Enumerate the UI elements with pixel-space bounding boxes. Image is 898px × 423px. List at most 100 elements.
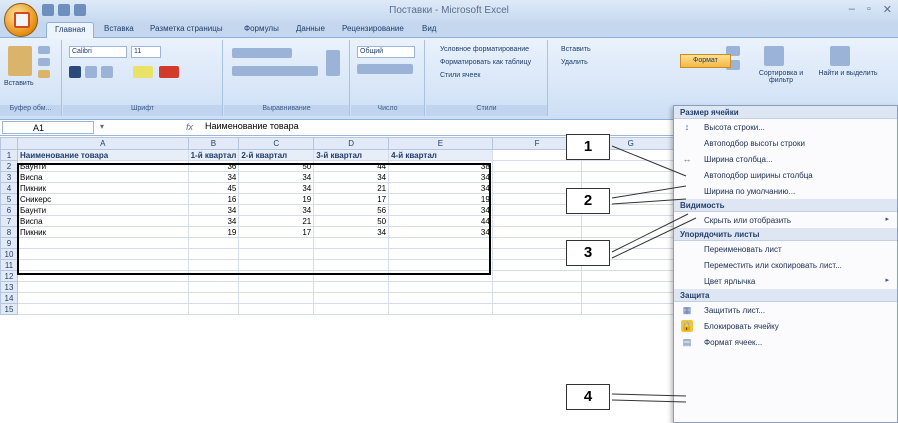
table-cell[interactable]: Пикник [16,182,189,194]
paste-button[interactable]: Вставить [4,80,34,87]
table-cell[interactable] [238,303,315,315]
menu-item-hide-unhide[interactable]: Скрыть или отобразить ▸ [674,212,897,228]
table-cell[interactable] [16,270,189,282]
column-header[interactable]: D [313,137,390,150]
table-cell[interactable] [238,248,315,260]
menu-item-tab-color[interactable]: Цвет ярлычка ▸ [674,273,897,289]
table-cell[interactable] [581,215,680,227]
table-cell[interactable] [313,270,390,282]
row-header[interactable]: 15 [0,303,18,315]
close-button[interactable]: ✕ [883,3,892,16]
tab-formulas[interactable]: Формулы [244,24,279,33]
table-cell[interactable] [388,303,493,315]
tab-home[interactable]: Главная [46,22,95,39]
table-cell[interactable] [388,248,493,260]
table-cell[interactable]: 34 [388,182,493,194]
table-cell[interactable] [491,171,583,183]
cell-styles-button[interactable]: Стили ячеек [440,72,480,79]
insert-cells-button[interactable]: Вставить [561,46,591,53]
table-cell[interactable]: 34 [187,204,240,216]
table-cell[interactable]: 34 [238,182,315,194]
table-cell[interactable] [491,160,583,172]
table-cell[interactable] [313,292,390,304]
column-header[interactable]: B [187,137,240,150]
menu-item-rename-sheet[interactable]: Переименовать лист [674,241,897,257]
table-cell[interactable] [238,281,315,293]
sort-filter-icon[interactable] [764,46,784,66]
row-header[interactable]: 13 [0,281,18,293]
menu-item-lock-cell[interactable]: 🔒 Блокировать ячейку [674,318,897,334]
table-cell[interactable]: 2-й квартал [238,149,315,161]
table-cell[interactable]: 34 [313,226,390,238]
maximize-button[interactable]: ▫ [867,3,871,16]
table-cell[interactable]: 34 [388,171,493,183]
table-cell[interactable]: Сникерс [16,193,189,205]
number-format-icons[interactable] [357,64,413,74]
table-cell[interactable] [388,292,493,304]
row-header[interactable]: 7 [0,215,18,227]
table-cell[interactable]: 3-й квартал [313,149,390,161]
row-header[interactable]: 14 [0,292,18,304]
table-cell[interactable] [581,171,680,183]
table-cell[interactable]: 36 [187,160,240,172]
underline-icon[interactable] [101,66,113,78]
table-cell[interactable] [388,237,493,249]
table-cell[interactable]: Пикник [16,226,189,238]
menu-item-row-height[interactable]: ↕ Высота строки... [674,119,897,135]
table-cell[interactable] [581,270,680,282]
table-cell[interactable]: 34 [238,171,315,183]
table-cell[interactable]: 17 [238,226,315,238]
table-cell[interactable]: 1-й квартал [187,149,240,161]
align-top-icons[interactable] [232,48,292,58]
table-cell[interactable]: 4-й квартал [388,149,493,161]
table-cell[interactable] [187,303,240,315]
tab-review[interactable]: Рецензирование [342,24,404,33]
table-cell[interactable]: 50 [313,215,390,227]
format-button[interactable]: Формат [680,54,731,68]
table-cell[interactable]: 38 [388,160,493,172]
table-cell[interactable] [491,303,583,315]
table-cell[interactable]: Баунти [16,204,189,216]
table-cell[interactable] [16,303,189,315]
table-cell[interactable]: 45 [187,182,240,194]
table-cell[interactable] [187,270,240,282]
table-cell[interactable]: Баунти [16,160,189,172]
format-painter-icon[interactable] [38,70,50,78]
table-cell[interactable]: 19 [187,226,240,238]
table-cell[interactable]: 34 [187,215,240,227]
table-cell[interactable] [388,270,493,282]
find-select-icon[interactable] [830,46,850,66]
menu-item-protect-sheet[interactable]: ▦ Защитить лист... [674,302,897,318]
table-cell[interactable] [491,292,583,304]
table-cell[interactable] [313,259,390,271]
wrap-merge-icon[interactable] [326,50,340,76]
row-header[interactable]: 10 [0,248,18,260]
tab-page-layout[interactable]: Разметка страницы [150,24,223,33]
row-header[interactable]: 8 [0,226,18,238]
table-cell[interactable] [491,281,583,293]
table-cell[interactable] [16,292,189,304]
table-cell[interactable]: 16 [187,193,240,205]
table-cell[interactable] [16,248,189,260]
table-cell[interactable] [313,248,390,260]
cut-icon[interactable] [38,46,50,54]
table-cell[interactable] [313,303,390,315]
table-cell[interactable] [581,303,680,315]
table-cell[interactable]: 19 [238,193,315,205]
menu-item-move-copy-sheet[interactable]: Переместить или скопировать лист... [674,257,897,273]
fill-color-icon[interactable] [133,66,153,78]
row-header[interactable]: 12 [0,270,18,282]
table-cell[interactable] [388,259,493,271]
office-button[interactable] [4,3,38,37]
row-header[interactable]: 9 [0,237,18,249]
number-format-select[interactable]: Общий [357,46,415,58]
insert-function-icon[interactable]: fx [186,122,193,132]
column-header[interactable]: C [238,137,315,150]
table-cell[interactable] [313,281,390,293]
row-header[interactable]: 6 [0,204,18,216]
row-header[interactable]: 5 [0,193,18,205]
table-cell[interactable]: 34 [238,204,315,216]
formula-input[interactable]: Наименование товара [205,121,299,131]
table-cell[interactable] [238,270,315,282]
table-cell[interactable] [581,160,680,172]
